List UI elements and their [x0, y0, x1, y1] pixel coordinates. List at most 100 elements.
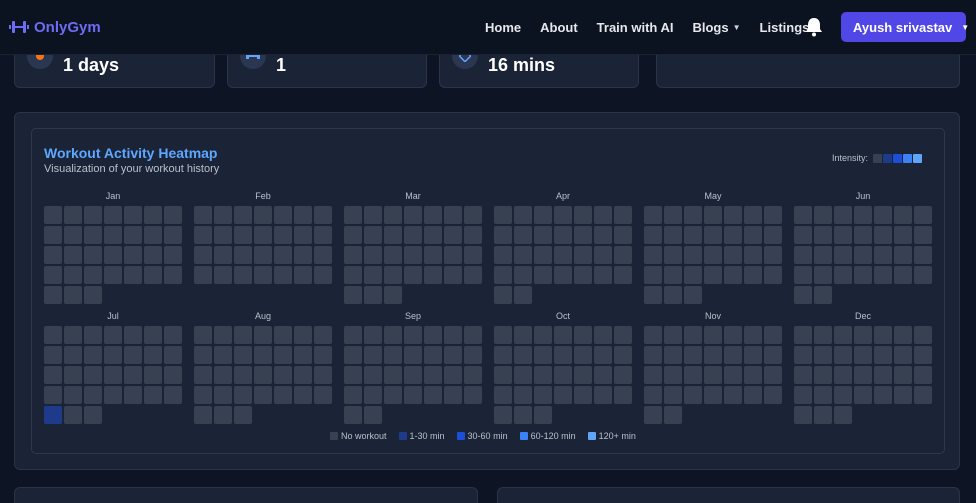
day-cell[interactable] [424, 346, 442, 364]
day-cell[interactable] [344, 346, 362, 364]
day-cell[interactable] [214, 266, 232, 284]
day-cell[interactable] [144, 206, 162, 224]
day-cell[interactable] [274, 326, 292, 344]
day-cell[interactable] [104, 266, 122, 284]
day-cell[interactable] [794, 206, 812, 224]
day-cell[interactable] [384, 246, 402, 264]
day-cell[interactable] [614, 386, 632, 404]
day-cell[interactable] [644, 386, 662, 404]
day-cell[interactable] [534, 386, 552, 404]
day-cell[interactable] [644, 406, 662, 424]
day-cell[interactable] [84, 266, 102, 284]
day-cell[interactable] [44, 286, 62, 304]
day-cell[interactable] [464, 326, 482, 344]
day-cell[interactable] [894, 266, 912, 284]
day-cell[interactable] [724, 266, 742, 284]
day-cell[interactable] [684, 226, 702, 244]
day-cell[interactable] [554, 326, 572, 344]
day-cell[interactable] [814, 286, 832, 304]
day-cell[interactable] [554, 226, 572, 244]
day-cell[interactable] [684, 206, 702, 224]
nav-dropdown-blogs[interactable]: Blogs ▼ [692, 20, 740, 35]
day-cell[interactable] [594, 206, 612, 224]
day-cell[interactable] [164, 206, 182, 224]
day-cell[interactable] [84, 366, 102, 384]
day-cell[interactable] [194, 206, 212, 224]
day-cell[interactable] [234, 226, 252, 244]
day-cell[interactable] [684, 266, 702, 284]
day-cell[interactable] [574, 226, 592, 244]
day-cell[interactable] [874, 366, 892, 384]
day-cell[interactable] [794, 366, 812, 384]
day-cell[interactable] [214, 326, 232, 344]
day-cell[interactable] [64, 366, 82, 384]
day-cell[interactable] [344, 386, 362, 404]
day-cell[interactable] [194, 326, 212, 344]
day-cell[interactable] [144, 226, 162, 244]
day-cell[interactable] [854, 246, 872, 264]
day-cell[interactable] [274, 246, 292, 264]
day-cell[interactable] [104, 346, 122, 364]
day-cell[interactable] [644, 346, 662, 364]
day-cell[interactable] [814, 326, 832, 344]
day-cell[interactable] [344, 206, 362, 224]
day-cell[interactable] [254, 346, 272, 364]
day-cell[interactable] [704, 226, 722, 244]
day-cell[interactable] [444, 326, 462, 344]
day-cell[interactable] [854, 386, 872, 404]
day-cell[interactable] [764, 386, 782, 404]
day-cell[interactable] [104, 386, 122, 404]
day-cell[interactable] [614, 366, 632, 384]
day-cell[interactable] [684, 246, 702, 264]
day-cell[interactable] [594, 366, 612, 384]
day-cell[interactable] [554, 246, 572, 264]
day-cell[interactable] [344, 366, 362, 384]
day-cell[interactable] [464, 366, 482, 384]
day-cell[interactable] [364, 326, 382, 344]
day-cell[interactable] [614, 266, 632, 284]
day-cell[interactable] [594, 246, 612, 264]
day-cell[interactable] [744, 266, 762, 284]
day-cell[interactable] [84, 326, 102, 344]
day-cell[interactable] [64, 346, 82, 364]
day-cell[interactable] [554, 266, 572, 284]
day-cell[interactable] [124, 246, 142, 264]
day-cell[interactable] [64, 406, 82, 424]
day-cell[interactable] [44, 206, 62, 224]
day-cell[interactable] [894, 386, 912, 404]
day-cell[interactable] [404, 206, 422, 224]
day-cell[interactable] [104, 246, 122, 264]
day-cell[interactable] [494, 286, 512, 304]
day-cell[interactable] [44, 326, 62, 344]
day-cell[interactable] [44, 226, 62, 244]
day-cell[interactable] [494, 346, 512, 364]
day-cell[interactable] [424, 226, 442, 244]
day-cell[interactable] [194, 266, 212, 284]
day-cell[interactable] [214, 366, 232, 384]
day-cell[interactable] [684, 346, 702, 364]
day-cell[interactable] [704, 246, 722, 264]
day-cell[interactable] [834, 226, 852, 244]
day-cell[interactable] [144, 386, 162, 404]
day-cell[interactable] [814, 406, 832, 424]
day-cell[interactable] [254, 266, 272, 284]
day-cell[interactable] [364, 406, 382, 424]
day-cell[interactable] [834, 266, 852, 284]
day-cell[interactable] [644, 226, 662, 244]
day-cell[interactable] [194, 366, 212, 384]
day-cell[interactable] [124, 206, 142, 224]
day-cell[interactable] [594, 226, 612, 244]
day-cell[interactable] [314, 246, 332, 264]
day-cell[interactable] [294, 206, 312, 224]
day-cell[interactable] [574, 326, 592, 344]
day-cell[interactable] [764, 366, 782, 384]
day-cell[interactable] [914, 326, 932, 344]
day-cell[interactable] [104, 206, 122, 224]
day-cell[interactable] [274, 346, 292, 364]
day-cell[interactable] [814, 346, 832, 364]
day-cell[interactable] [424, 386, 442, 404]
day-cell[interactable] [144, 366, 162, 384]
day-cell[interactable] [894, 366, 912, 384]
day-cell[interactable] [514, 266, 532, 284]
day-cell[interactable] [664, 286, 682, 304]
